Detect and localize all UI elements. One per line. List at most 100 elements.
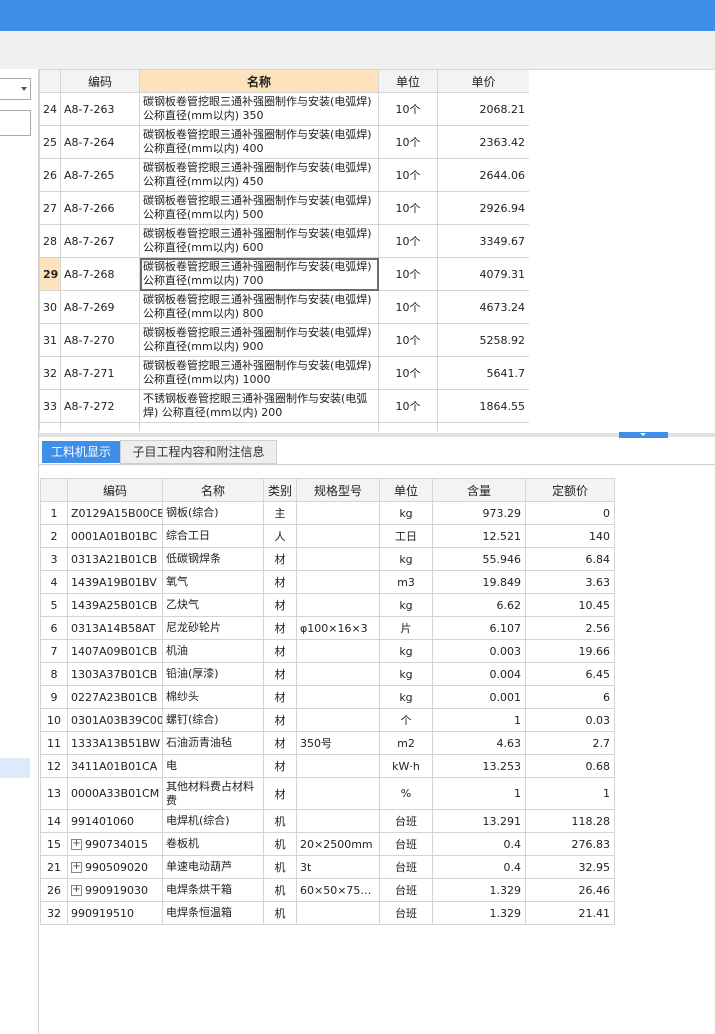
table-row[interactable]: 6 0313A14B58AT 尼龙砂轮片材 φ100×16×3 片 6.107 2.56 [40,616,615,640]
table-row[interactable]: 30 A8-7-269 碳钢板卷管挖眼三通补强圈制作与安装(电弧焊) 公称直径(mm… [39,290,529,324]
cell-unit: 台班 [379,832,433,856]
left-search-input[interactable] [0,110,31,136]
cell-code: 1439A25B01CB [67,593,163,617]
panel-splitter[interactable] [39,433,715,437]
cell-name: 电 [162,754,264,778]
cell-code [60,422,140,431]
cell-code-text: 990919030 [85,883,148,897]
row-index: 27 [39,191,61,225]
left-selected-item[interactable] [0,758,30,778]
left-panel [0,69,39,1034]
table-row[interactable]: 33 A8-7-272 不锈钢板卷管挖眼三通补强圈制作与安装(电弧焊) 公称直径(m… [39,389,529,423]
col-header-index [40,478,68,502]
cell-name: 碳钢板卷管挖眼三通补强圈制作与安装(电弧焊) 公称直径(mm以内) 1000 [139,356,379,390]
cell-name: 碳钢板卷管挖眼三通补强圈制作与安装(电弧焊) 公称直径(mm以内) 600 [139,224,379,258]
table-row[interactable]: 25 A8-7-264 碳钢板卷管挖眼三通补强圈制作与安装(电弧焊) 公称直径(mm… [39,125,529,159]
table-row[interactable]: 4 1439A19B01BV 氧气材 m3 19.849 3.63 [40,570,615,594]
table-row[interactable]: 3 0313A21B01CB 低碳钢焊条材 kg 55.946 6.84 [40,547,615,571]
row-index: 13 [40,777,68,810]
cell-price: 0 [525,501,615,525]
cell-name: 乙炔气 [162,593,264,617]
expand-plus-icon[interactable]: + [71,885,82,896]
table-row[interactable]: 27 A8-7-266 碳钢板卷管挖眼三通补强圈制作与安装(电弧焊) 公称直径(mm… [39,191,529,225]
table-row[interactable]: 21 +990509020 单速电动葫芦机 3t 台班 0.4 32.95 [40,855,615,879]
tab-materials[interactable]: 工料机显示 [42,441,120,463]
col-header-type[interactable]: 类别 [263,478,297,502]
cell-spec: φ100×16×3 [296,616,380,640]
cell-qty: 0.4 [432,855,526,879]
row-index: 11 [40,731,68,755]
table-row[interactable]: 13 0000A33B01CM 其他材料费占材料费材% 1 1 [40,777,615,810]
table-row[interactable]: 26 +990919030 电焊条烘干箱机 60×50×75… 台班 1.329 26.46 [40,878,615,902]
col-header-spec[interactable]: 规格型号 [296,478,380,502]
table-row[interactable]: 100301A03B39C00BF螺钉(综合)材 个10.03 [40,708,615,732]
row-index: 6 [40,616,68,640]
cell-name: 棉纱头 [162,685,264,709]
col-header-price[interactable]: 定额价 [525,478,615,502]
cell-unit: kW·h [379,754,433,778]
col-header-price[interactable]: 单价 [437,69,529,93]
table-row[interactable]: 不锈钢板卷管挖眼三通补强圈制作与安装(电 [39,422,529,431]
cell-qty: 6.107 [432,616,526,640]
cell-code: 991401060 [67,809,163,833]
cell-code: A8-7-266 [60,191,140,225]
cell-unit: kg [379,685,433,709]
cell-type: 材 [263,570,297,594]
table-row[interactable]: 29 A8-7-268 碳钢板卷管挖眼三通补强圈制作与安装(电弧焊) 公称直径(mm… [39,257,529,291]
expand-plus-icon[interactable]: + [71,839,82,850]
cell-price: 1 [525,777,615,810]
table-row[interactable]: 15 +990734015 卷板机机 20×2500mm 台班 0.4 276.83 [40,832,615,856]
cell-unit: kg [379,593,433,617]
expand-plus-icon[interactable]: + [71,862,82,873]
table-header-row: 编码 名称 类别 规格型号 单位 含量 定额价 [40,478,615,502]
cell-code-text: 0227A23B01CB [71,690,158,704]
cell-type: 主 [263,501,297,525]
detail-tabs: 工料机显示 子目工程内容和附注信息 [39,439,715,465]
col-header-name[interactable]: 名称 [139,69,379,93]
table-row[interactable]: 7 1407A09B01CB 机油材 kg 0.003 19.66 [40,639,615,663]
cell-unit: 10个 [378,92,438,126]
table-row[interactable]: 5 1439A25B01CB 乙炔气材 kg 6.62 10.45 [40,593,615,617]
tab-work-content[interactable]: 子目工程内容和附注信息 [120,440,277,464]
table-row[interactable]: 24 A8-7-263 碳钢板卷管挖眼三通补强圈制作与安装(电弧焊) 公称直径(mm… [39,92,529,126]
table-row[interactable]: 32 990919510 电焊条恒温箱机 台班 1.329 21.41 [40,901,615,925]
col-header-unit[interactable]: 单位 [378,69,438,93]
cell-price: 1864.55 [437,389,529,423]
cell-code: A8-7-263 [60,92,140,126]
cell-code: Z0129A15B00CB [67,501,163,525]
cell-code: A8-7-265 [60,158,140,192]
cell-spec [296,685,380,709]
cell-price: 2.56 [525,616,615,640]
row-index: 7 [40,639,68,663]
table-row[interactable]: 2 0001A01B01BC 综合工日人 工日 12.521 140 [40,524,615,548]
col-header-code[interactable]: 编码 [60,69,140,93]
cell-unit: 个 [379,708,433,732]
col-header-name[interactable]: 名称 [162,478,264,502]
cell-code: A8-7-271 [60,356,140,390]
cell-name: 其他材料费占材料费 [162,777,264,810]
cell-unit: 台班 [379,809,433,833]
cell-type: 材 [263,639,297,663]
cell-type: 材 [263,547,297,571]
cell-price: 32.95 [525,855,615,879]
col-header-code[interactable]: 编码 [67,478,163,502]
table-row[interactable]: 32 A8-7-271 碳钢板卷管挖眼三通补强圈制作与安装(电弧焊) 公称直径(mm… [39,356,529,390]
left-dropdown[interactable] [0,78,31,100]
cell-spec [296,777,380,810]
table-row[interactable]: 31 A8-7-270 碳钢板卷管挖眼三通补强圈制作与安装(电弧焊) 公称直径(mm… [39,323,529,357]
table-row[interactable]: 9 0227A23B01CB 棉纱头材 kg 0.001 6 [40,685,615,709]
collapse-panel-button[interactable] [619,432,668,438]
table-row[interactable]: 14 991401060 电焊机(综合) 机 台班 13.291 118.28 [40,809,615,833]
table-row[interactable]: 1 Z0129A15B00CB 钢板(综合) 主 kg 973.29 0 [40,501,615,525]
table-row[interactable]: 12 3411A01B01CA 电材 kW·h 13.253 0.68 [40,754,615,778]
row-index: 10 [40,708,68,732]
col-header-qty[interactable]: 含量 [432,478,526,502]
col-header-unit[interactable]: 单位 [379,478,433,502]
cell-price: 2068.21 [437,92,529,126]
cell-price: 140 [525,524,615,548]
table-row[interactable]: 11 1333A13B51BW 石油沥青油毡材 350号 m2 4.63 2.7 [40,731,615,755]
table-row[interactable]: 26 A8-7-265 碳钢板卷管挖眼三通补强圈制作与安装(电弧焊) 公称直径(mm… [39,158,529,192]
table-row[interactable]: 8 1303A37B01CB 铅油(厚漆) 材 kg 0.004 6.45 [40,662,615,686]
table-row[interactable]: 28 A8-7-267 碳钢板卷管挖眼三通补强圈制作与安装(电弧焊) 公称直径(mm… [39,224,529,258]
cell-qty: 13.291 [432,809,526,833]
